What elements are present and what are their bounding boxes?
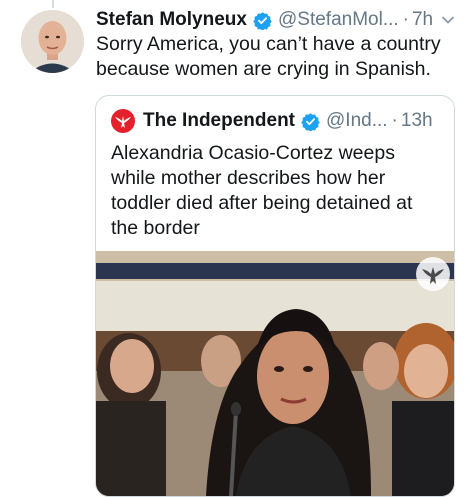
quoted-tweet-text: Alexandria Ocasio-Cortez weeps while mot…: [111, 142, 413, 239]
separator-dot: ·: [391, 110, 398, 131]
author-handle[interactable]: @StefanMol...: [278, 9, 399, 31]
tweet-header: Stefan Molyneux @StefanMol... · 7h: [96, 7, 462, 33]
quoted-tweet-photo[interactable]: [96, 251, 454, 496]
quoted-tweet-header: The Independent @Ind... · 13h: [111, 108, 444, 134]
eagle-watermark-icon: [416, 257, 450, 291]
verified-badge-icon: [301, 112, 320, 131]
quoted-tweet-timestamp[interactable]: 13h: [401, 110, 433, 132]
chevron-down-icon[interactable]: [441, 13, 455, 27]
separator-dot: ·: [402, 9, 409, 30]
avatar-photo: [21, 10, 84, 73]
thread-connector-line: [52, 0, 54, 8]
hearing-photo-illustration: [96, 251, 454, 496]
tweet-timestamp[interactable]: 7h: [412, 9, 433, 31]
quoted-author-name[interactable]: The Independent: [143, 110, 295, 132]
quoted-author-handle[interactable]: @Ind...: [326, 110, 388, 132]
tweet-text: Sorry America, you can’t have a country …: [96, 33, 441, 80]
independent-eagle-logo: [111, 109, 135, 133]
author-avatar[interactable]: [21, 10, 84, 73]
verified-badge-icon: [253, 11, 272, 30]
author-name[interactable]: Stefan Molyneux: [96, 9, 247, 31]
quoted-tweet-card[interactable]: The Independent @Ind... · 13h Alexandria…: [95, 95, 455, 497]
